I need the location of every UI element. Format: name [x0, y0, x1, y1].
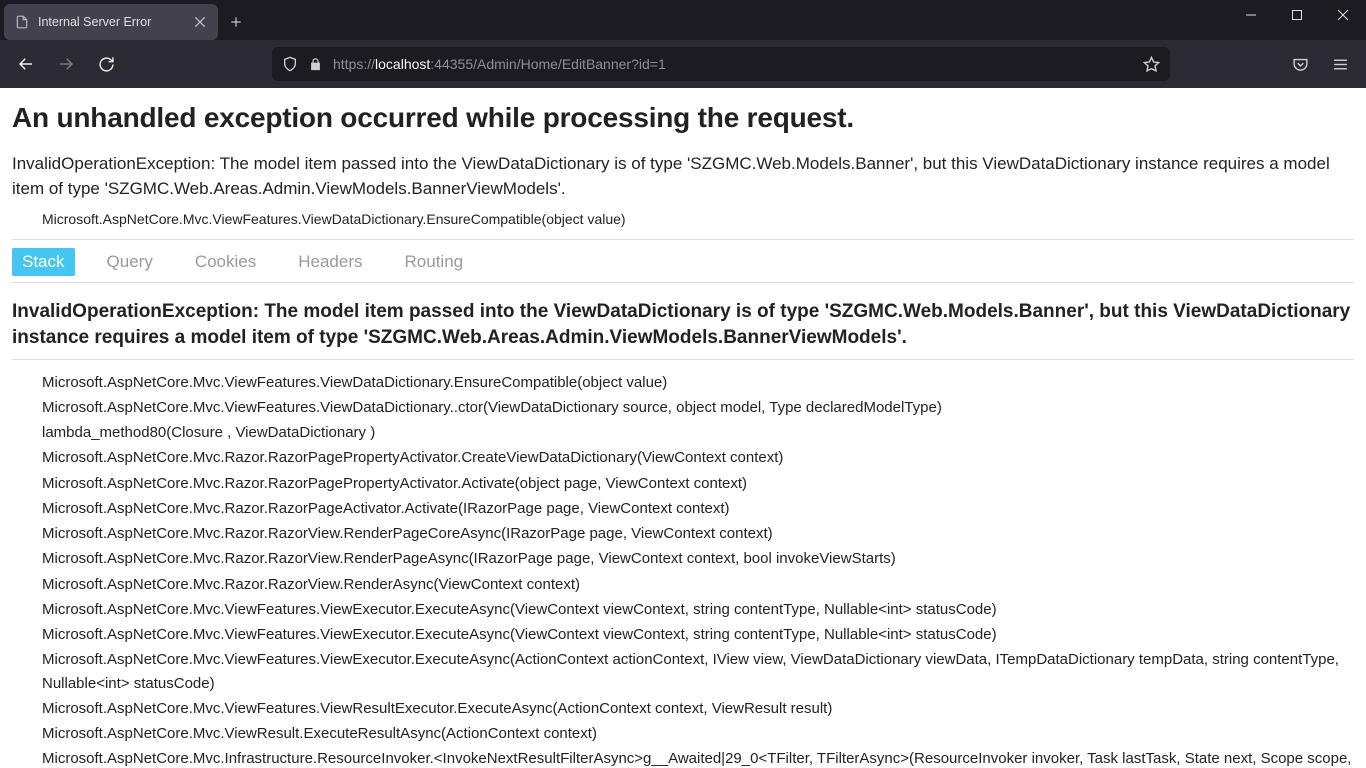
stack-frame[interactable]: Microsoft.AspNetCore.Mvc.ViewFeatures.Vi… [42, 370, 1354, 395]
tab-query[interactable]: Query [97, 248, 163, 276]
stack-frame[interactable]: Microsoft.AspNetCore.Mvc.Razor.RazorView… [42, 572, 1354, 597]
content-viewport: An unhandled exception occurred while pr… [0, 88, 1366, 768]
stack-frame[interactable]: Microsoft.AspNetCore.Mvc.Infrastructure.… [42, 746, 1354, 768]
browser-toolbar: https://localhost:44355/Admin/Home/EditB… [0, 40, 1366, 88]
page-title: An unhandled exception occurred while pr… [12, 102, 1354, 134]
stack-frame[interactable]: Microsoft.AspNetCore.Mvc.Razor.RazorPage… [42, 445, 1354, 470]
stack-frame[interactable]: Microsoft.AspNetCore.Mvc.ViewFeatures.Vi… [42, 696, 1354, 721]
lock-icon[interactable] [308, 57, 323, 72]
address-bar[interactable]: https://localhost:44355/Admin/Home/EditB… [272, 47, 1170, 81]
detail-tabs: Stack Query Cookies Headers Routing [12, 239, 1354, 283]
new-tab-button[interactable] [218, 4, 254, 40]
maximize-button[interactable] [1274, 0, 1320, 30]
exception-message: InvalidOperationException: The model ite… [12, 152, 1332, 201]
document-icon [14, 14, 30, 30]
url-host: localhost [375, 56, 430, 72]
url-prefix: https:// [333, 56, 375, 72]
stack-frame[interactable]: Microsoft.AspNetCore.Mvc.Razor.RazorView… [42, 546, 1354, 571]
url-text: https://localhost:44355/Admin/Home/EditB… [333, 56, 1133, 72]
url-path: :44355/Admin/Home/EditBanner?id=1 [430, 56, 665, 72]
stack-frame[interactable]: Microsoft.AspNetCore.Mvc.ViewFeatures.Vi… [42, 395, 1354, 420]
shield-icon[interactable] [282, 56, 298, 72]
stack-frame[interactable]: Microsoft.AspNetCore.Mvc.ViewResult.Exec… [42, 721, 1354, 746]
close-tab-icon[interactable] [192, 14, 208, 30]
stack-frame[interactable]: Microsoft.AspNetCore.Mvc.Razor.RazorPage… [42, 496, 1354, 521]
browser-tab[interactable]: Internal Server Error [4, 4, 218, 40]
pocket-icon[interactable] [1282, 46, 1318, 82]
app-menu-icon[interactable] [1322, 46, 1358, 82]
close-window-button[interactable] [1320, 0, 1366, 30]
tab-title: Internal Server Error [38, 15, 184, 29]
stack-frame[interactable]: lambda_method80(Closure , ViewDataDictio… [42, 420, 1354, 445]
stack-frame[interactable]: Microsoft.AspNetCore.Mvc.ViewFeatures.Vi… [42, 597, 1354, 622]
window-controls [1228, 0, 1366, 40]
reload-button[interactable] [88, 46, 124, 82]
window-titlebar: Internal Server Error [0, 0, 1366, 40]
stack-frame[interactable]: Microsoft.AspNetCore.Mvc.Razor.RazorPage… [42, 471, 1354, 496]
forward-button[interactable] [48, 46, 84, 82]
bookmark-star-icon[interactable] [1143, 56, 1160, 73]
stack-heading: InvalidOperationException: The model ite… [12, 299, 1354, 359]
exception-source-frame: Microsoft.AspNetCore.Mvc.ViewFeatures.Vi… [42, 211, 1354, 227]
tab-stack[interactable]: Stack [12, 248, 75, 276]
stack-frame[interactable]: Microsoft.AspNetCore.Mvc.ViewFeatures.Vi… [42, 622, 1354, 647]
stack-frame[interactable]: Microsoft.AspNetCore.Mvc.Razor.RazorView… [42, 521, 1354, 546]
error-page[interactable]: An unhandled exception occurred while pr… [0, 88, 1366, 768]
tab-cookies[interactable]: Cookies [185, 248, 266, 276]
back-button[interactable] [8, 46, 44, 82]
stack-trace-list: Microsoft.AspNetCore.Mvc.ViewFeatures.Vi… [12, 370, 1354, 768]
stack-frame[interactable]: Microsoft.AspNetCore.Mvc.ViewFeatures.Vi… [42, 647, 1354, 696]
tab-routing[interactable]: Routing [395, 248, 474, 276]
tab-headers[interactable]: Headers [288, 248, 372, 276]
minimize-button[interactable] [1228, 0, 1274, 30]
